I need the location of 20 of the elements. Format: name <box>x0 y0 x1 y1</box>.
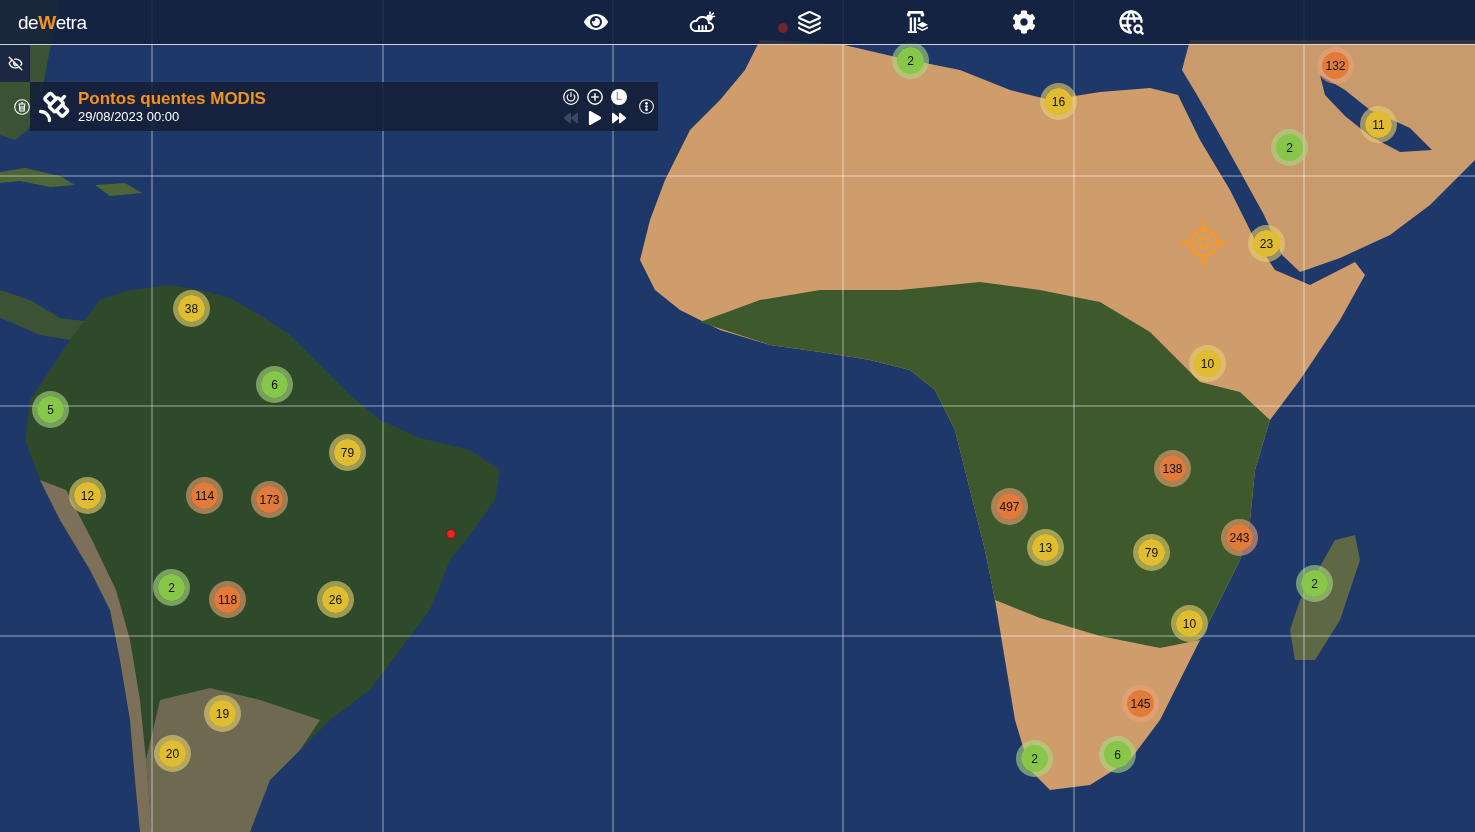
play-icon[interactable] <box>588 110 602 125</box>
more-options-icon[interactable] <box>639 99 654 114</box>
power-icon[interactable] <box>563 88 579 105</box>
side-toggle-button[interactable] <box>0 45 30 82</box>
globe-search-icon[interactable] <box>1116 8 1145 36</box>
layer-date: 29/08/2023 00:00 <box>78 108 181 125</box>
plus-circle-icon[interactable] <box>587 88 603 105</box>
point-marker-icon[interactable] <box>446 529 456 539</box>
column-layers-icon[interactable] <box>905 10 928 34</box>
logo[interactable]: deWetra <box>18 12 87 32</box>
point-marker-icon[interactable] <box>778 23 788 33</box>
target-marker-icon[interactable] <box>1181 220 1227 266</box>
eye-slash-icon <box>7 56 23 71</box>
settings-icon[interactable] <box>1011 10 1036 34</box>
weather-icon[interactable] <box>689 11 716 33</box>
delete-icon[interactable] <box>14 98 30 115</box>
layer-title: Pontos quentes MODIS <box>78 88 267 109</box>
fast-forward-icon[interactable] <box>612 110 626 125</box>
island-drawing <box>95 183 142 196</box>
layers-icon[interactable] <box>797 9 822 35</box>
